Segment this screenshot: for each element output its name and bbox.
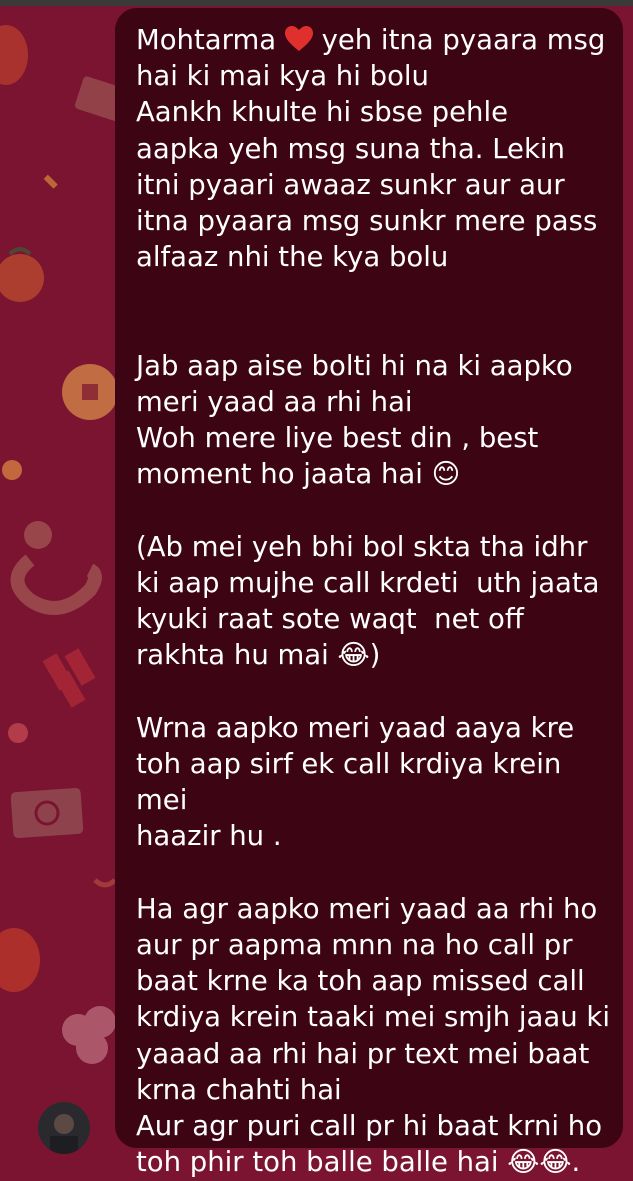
message-line [136, 275, 611, 311]
message-line [136, 493, 611, 529]
firecracker-icon [42, 648, 96, 708]
message-text: Mohtarma yeh itna pyaara msg hai ki mai k… [136, 22, 611, 1181]
message-line: kyuki raat sote waqt net off [136, 603, 524, 636]
money-note-icon [10, 787, 84, 839]
message-line: (Ab mei yeh bhi bol skta tha idhr [136, 530, 588, 563]
message-line: baat krne ka toh aap missed call [136, 965, 585, 998]
message-line: krna chahti hai [136, 1073, 342, 1106]
message-line-text: yeh itna pyaara msg [312, 24, 606, 56]
message-line: meri yaad aa rhi hai [136, 386, 413, 419]
lantern-icon [0, 928, 40, 992]
red-heart-icon [284, 26, 313, 51]
message-line: toh aap sirf ek call krdiya krein mei [136, 748, 571, 817]
lantern-icon [0, 25, 28, 85]
message-line: rakhta hu mai 😂) [136, 639, 381, 672]
orange-icon [0, 254, 44, 302]
message-line: hai ki mai kya hi bolu [136, 60, 429, 93]
sender-avatar[interactable] [38, 1102, 90, 1154]
message-line: krdiya krein taaki mei smjh jaau ki [136, 1001, 610, 1034]
message-line [136, 855, 611, 891]
message-line [136, 312, 611, 348]
snake-icon [10, 554, 102, 615]
message-line: Mohtarma yeh itna pyaara msg [136, 22, 611, 58]
message-line [136, 674, 611, 710]
message-line: aur pr aapma mnn na ho call pr [136, 929, 573, 962]
message-line: ki aap mujhe call krdeti uth jaata [136, 567, 600, 600]
message-line-text: Mohtarma [136, 24, 277, 56]
message-line: haazir hu . [136, 820, 282, 853]
message-line: Wrna aapko meri yaad aaya kre [136, 711, 575, 744]
message-line: Woh mere liye best din , best [136, 422, 539, 455]
message-line: Aur agr puri call pr hi baat krni ho [136, 1110, 603, 1143]
message-line: Aankh khulte hi sbse pehle [136, 96, 509, 129]
message-line: alfaaz nhi the kya bolu [136, 241, 449, 274]
message-line: yaaad aa rhi hai pr text mei baat [136, 1037, 590, 1070]
message-line: itna pyaara msg sunkr mere pass [136, 205, 598, 238]
message-line: Jab aap aise bolti hi na ki aapko [136, 349, 573, 382]
message-line: aapka yeh msg suna tha. Lekin [136, 132, 565, 165]
message-line: itni pyaari awaaz sunkr aur aur [136, 168, 565, 201]
message-line: toh phir toh balle balle hai 😂😂. [136, 1146, 581, 1179]
message-line: Ha agr aapko meri yaad aa rhi ho [136, 892, 598, 925]
message-line: moment ho jaata hai 😊 [136, 458, 461, 491]
avatar-image [50, 1114, 78, 1154]
flower-icon [62, 1006, 116, 1064]
